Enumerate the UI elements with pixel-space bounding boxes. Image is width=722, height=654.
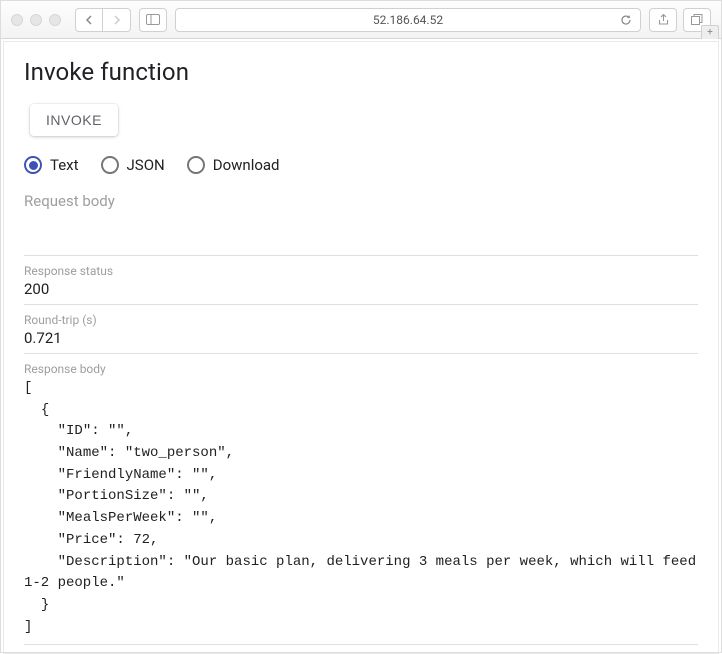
- forward-button[interactable]: [103, 8, 131, 32]
- round-trip-field: Round-trip (s) 0.721: [24, 305, 698, 354]
- round-trip-value: 0.721: [24, 329, 698, 347]
- response-status-value: 200: [24, 280, 698, 298]
- invoke-button[interactable]: INVOKE: [30, 104, 118, 136]
- browser-toolbar: 52.186.64.52 +: [1, 1, 721, 39]
- new-tab-button[interactable]: +: [701, 25, 719, 39]
- response-body-label: Response body: [24, 362, 698, 376]
- radio-json[interactable]: JSON: [101, 156, 165, 174]
- radio-text[interactable]: Text: [24, 156, 79, 174]
- format-radio-group: Text JSON Download: [24, 156, 698, 174]
- share-button[interactable]: [649, 8, 677, 32]
- radio-label: JSON: [127, 156, 165, 174]
- radio-download[interactable]: Download: [187, 156, 280, 174]
- radio-icon: [101, 156, 119, 174]
- response-status-label: Response status: [24, 264, 698, 278]
- radio-icon: [24, 156, 42, 174]
- address-bar[interactable]: 52.186.64.52: [175, 8, 641, 32]
- nav-buttons: [75, 8, 131, 32]
- address-text: 52.186.64.52: [373, 13, 443, 27]
- page-title: Invoke function: [24, 58, 698, 86]
- round-trip-label: Round-trip (s): [24, 313, 698, 327]
- radio-icon: [187, 156, 205, 174]
- response-status-field: Response status 200: [24, 256, 698, 305]
- page-content: Invoke function INVOKE Text JSON Downloa…: [3, 41, 719, 654]
- back-button[interactable]: [75, 8, 103, 32]
- close-window-icon[interactable]: [11, 14, 23, 26]
- refresh-icon[interactable]: [620, 14, 632, 26]
- sidebar-toggle-button[interactable]: [139, 8, 167, 32]
- request-body-placeholder: Request body: [24, 192, 115, 210]
- radio-label: Text: [50, 156, 79, 174]
- window-controls: [11, 14, 61, 26]
- response-body-value: [ { "ID": "", "Name": "two_person", "Fri…: [24, 378, 698, 645]
- radio-label: Download: [213, 156, 280, 174]
- minimize-window-icon[interactable]: [30, 14, 42, 26]
- request-body-input[interactable]: Request body: [24, 186, 698, 256]
- maximize-window-icon[interactable]: [49, 14, 61, 26]
